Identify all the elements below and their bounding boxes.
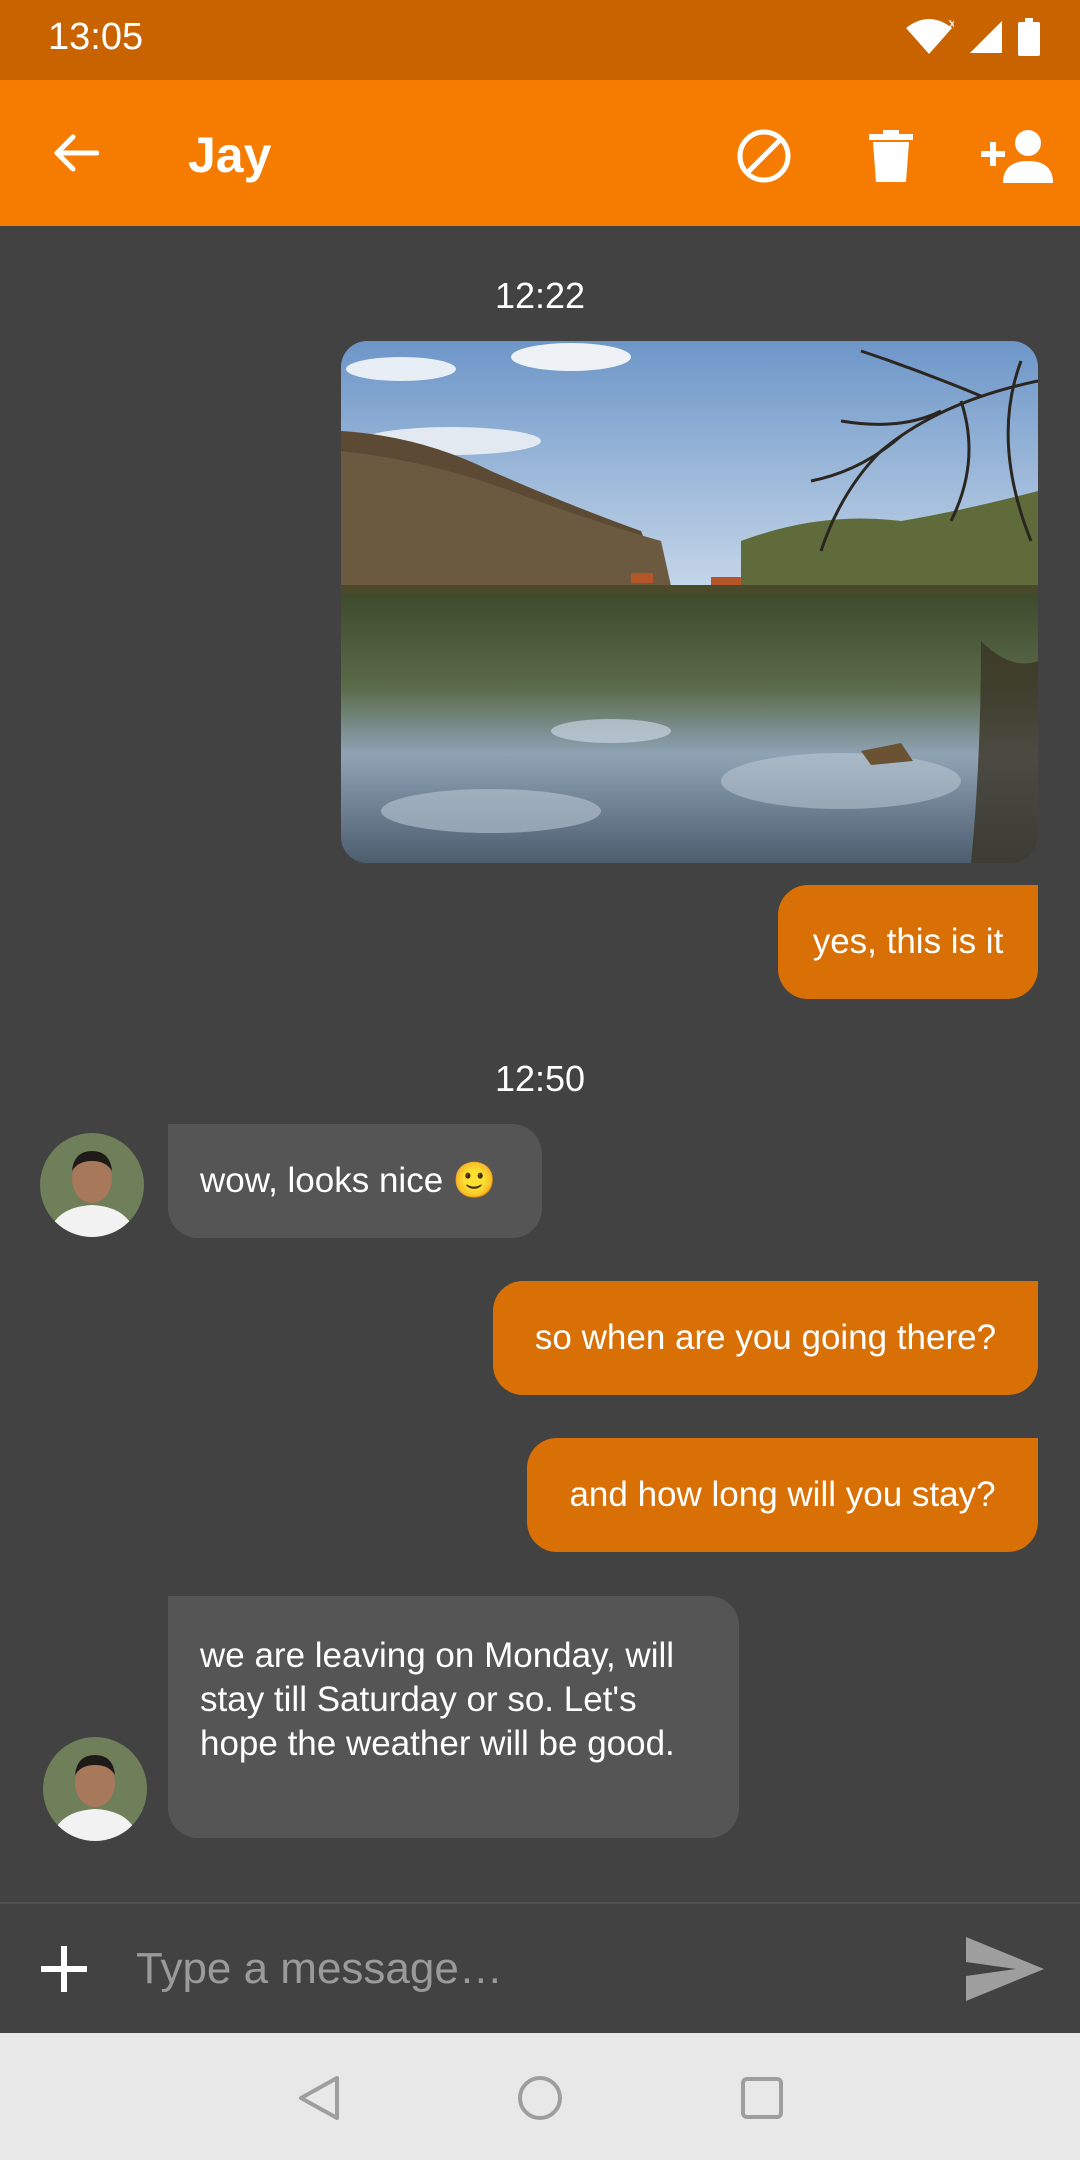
status-time: 13:05 — [48, 16, 144, 58]
shared-photo[interactable] — [341, 341, 1038, 863]
app-bar: Jay — [0, 80, 1080, 226]
send-button[interactable] — [962, 1932, 1048, 2006]
contact-name[interactable]: Jay — [188, 126, 271, 184]
outgoing-message-bubble[interactable]: so when are you going there? — [493, 1281, 1038, 1395]
time-separator: 12:50 — [494, 1058, 586, 1099]
contact-avatar[interactable] — [40, 1133, 144, 1237]
contact-avatar[interactable] — [43, 1737, 147, 1841]
delete-icon — [869, 130, 913, 182]
block-icon — [737, 129, 791, 183]
signal-icon — [970, 21, 1002, 53]
message-input[interactable] — [136, 1934, 936, 2004]
incoming-message-bubble[interactable]: wow, looks nice 🙂 — [168, 1124, 542, 1238]
attach-button[interactable] — [34, 1939, 94, 1999]
nav-recents-icon — [741, 2077, 783, 2119]
plus-icon — [41, 1946, 87, 1992]
nav-recents-button[interactable] — [727, 2063, 797, 2133]
nav-back-button[interactable] — [284, 2063, 354, 2133]
avatar-image — [43, 1737, 147, 1841]
block-button[interactable] — [726, 118, 802, 194]
nav-back-icon — [299, 2076, 339, 2120]
wifi-icon: x — [906, 18, 954, 54]
svg-text:x: x — [948, 18, 954, 32]
outgoing-message-bubble[interactable]: yes, this is it — [778, 885, 1038, 999]
outgoing-message-bubble[interactable]: and how long will you stay? — [527, 1438, 1038, 1552]
send-icon — [966, 1937, 1044, 2001]
back-button[interactable] — [40, 123, 110, 183]
nav-home-button[interactable] — [505, 2063, 575, 2133]
lake-landscape-image — [341, 341, 1038, 863]
avatar-image — [40, 1133, 144, 1237]
battery-icon — [1018, 18, 1040, 56]
message-composer — [0, 1902, 1080, 2032]
back-arrow-icon — [54, 134, 99, 172]
delete-button[interactable] — [853, 118, 929, 194]
incoming-message-bubble[interactable]: we are leaving on Monday, will stay till… — [168, 1596, 739, 1838]
nav-home-icon — [518, 2076, 562, 2120]
system-nav-bar — [0, 2033, 1080, 2160]
add-contact-button[interactable] — [978, 118, 1060, 194]
time-separator: 12:22 — [494, 275, 586, 316]
add-person-icon — [981, 130, 1053, 183]
status-bar: 13:05 x — [0, 0, 1080, 80]
status-icons: x — [904, 18, 1040, 56]
